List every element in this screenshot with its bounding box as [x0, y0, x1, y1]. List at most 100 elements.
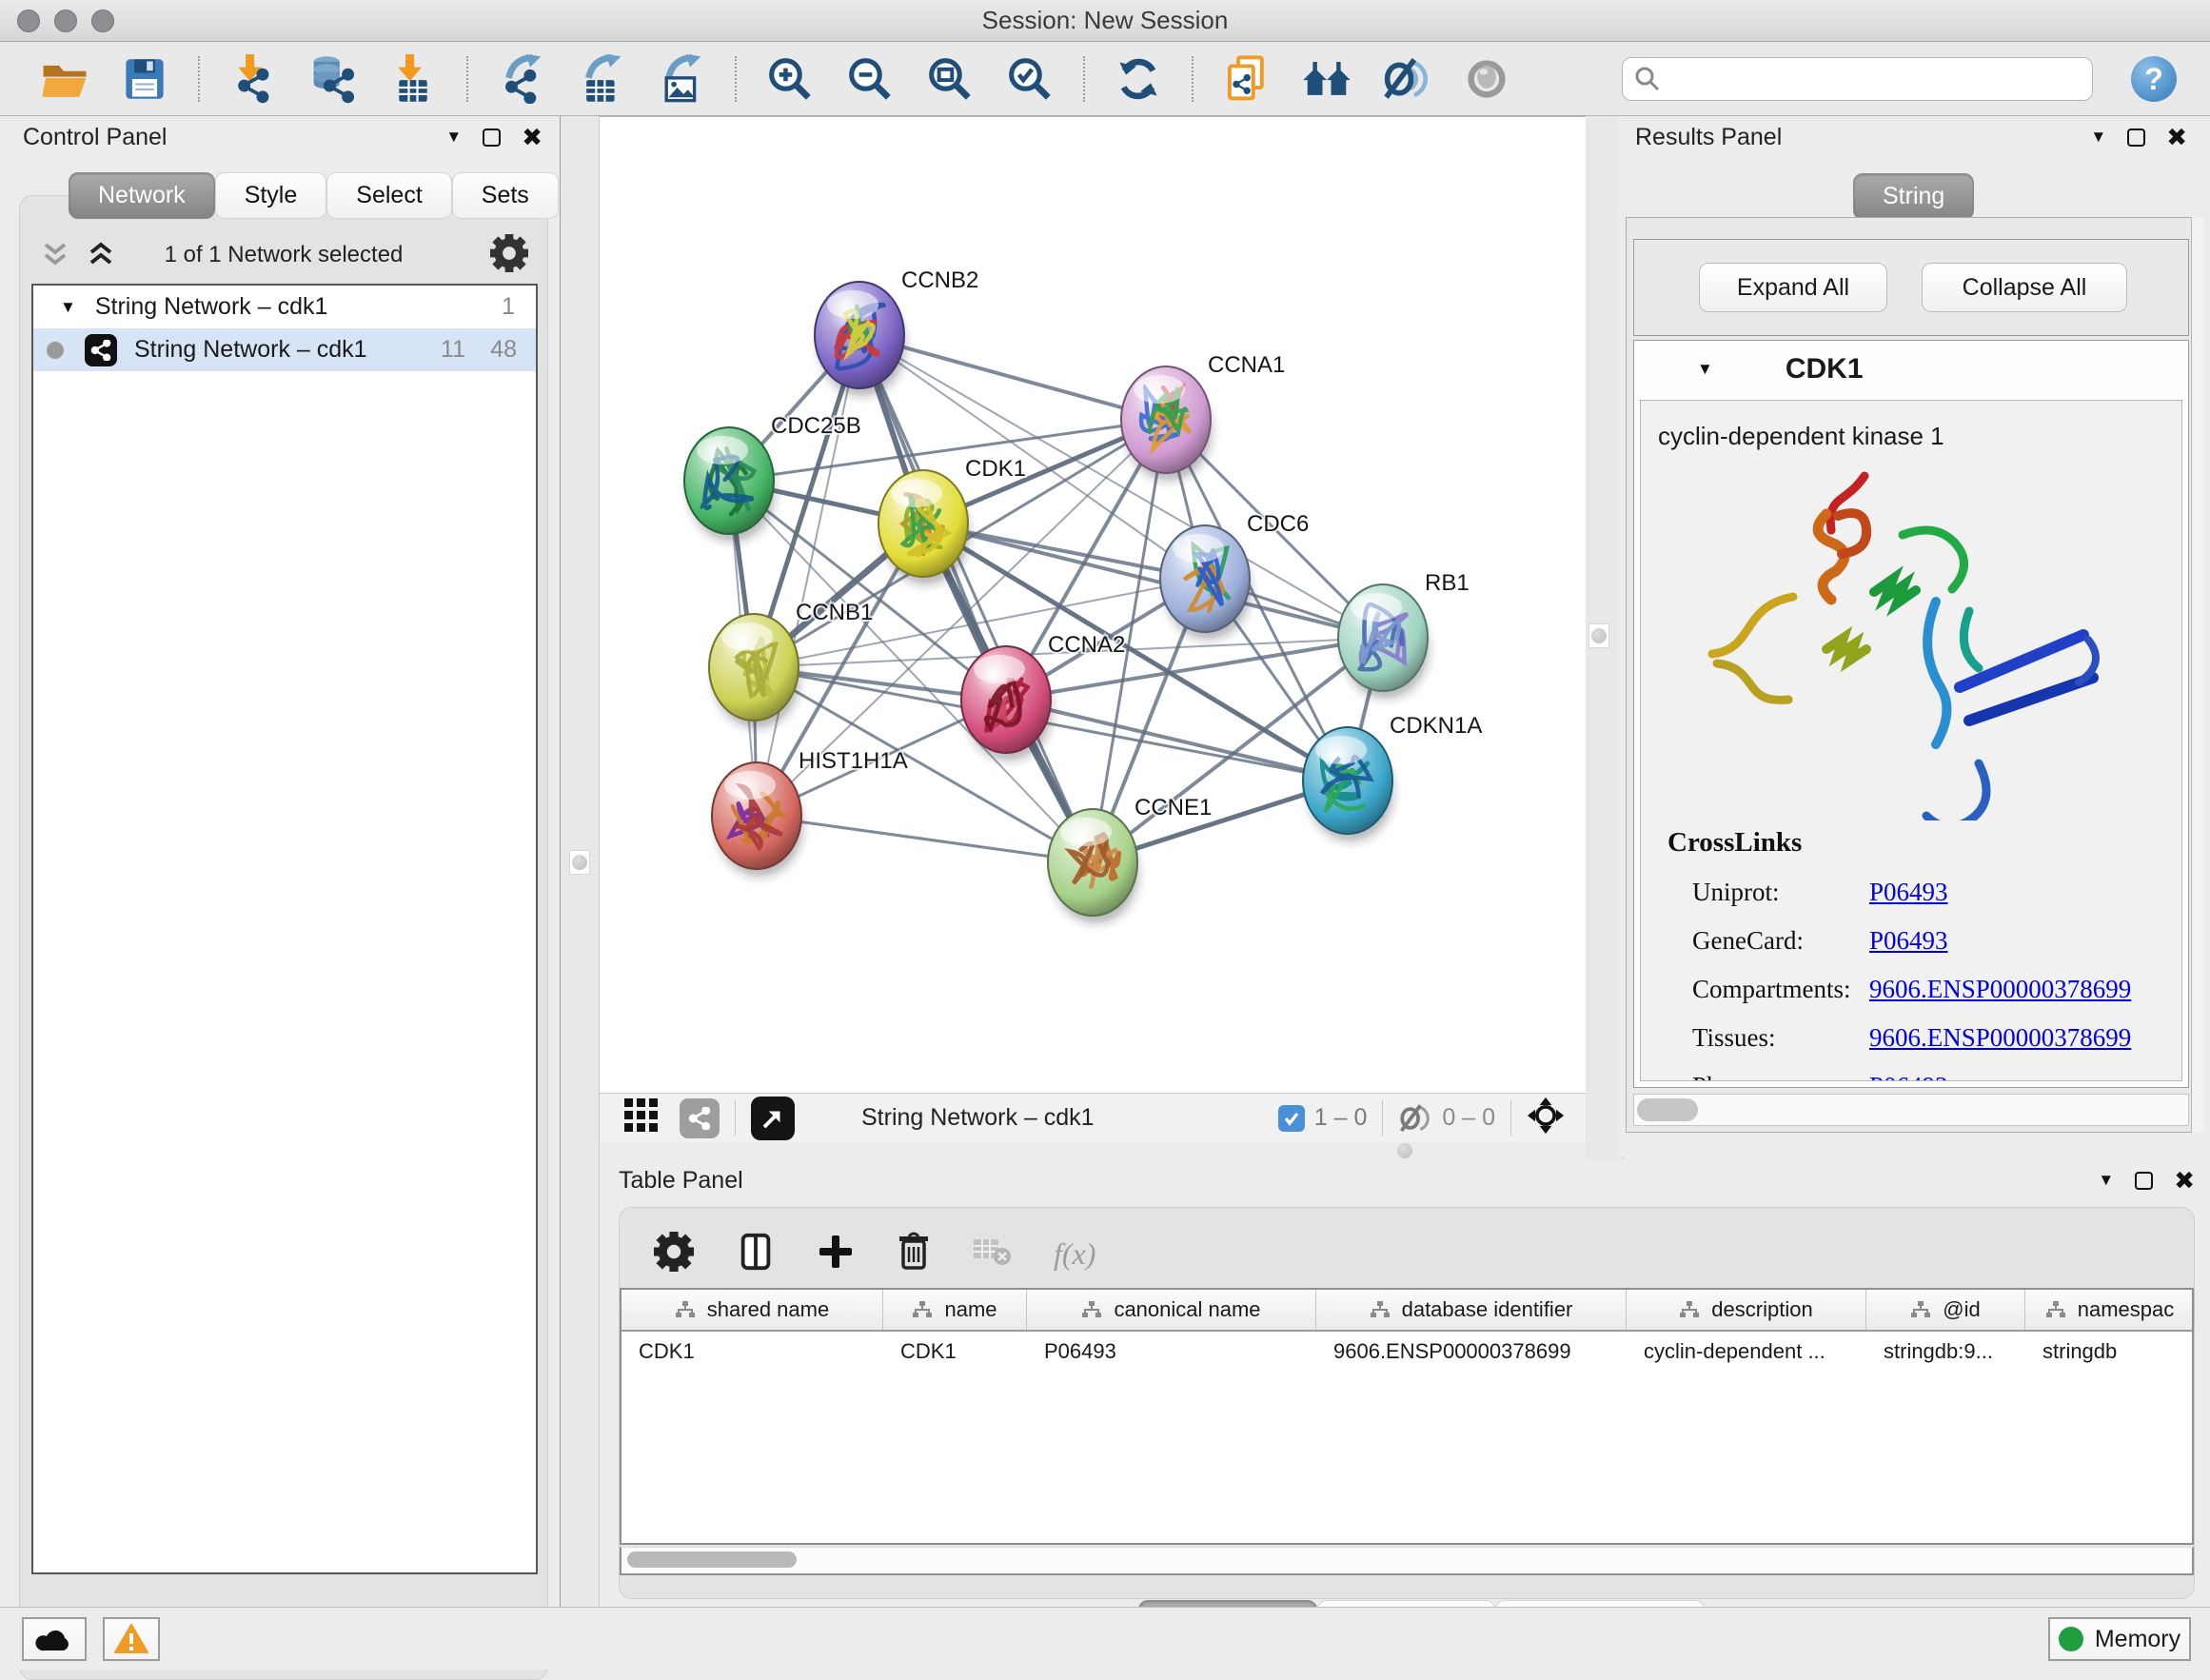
- cell-namespac[interactable]: stringdb: [2025, 1332, 2195, 1372]
- add-column-icon[interactable]: [818, 1234, 854, 1275]
- network-node-CDC25B[interactable]: CDC25B: [684, 413, 861, 542]
- splitter-handle[interactable]: [1397, 1143, 1412, 1158]
- splitter-handle[interactable]: [1591, 628, 1607, 643]
- export-image-icon[interactable]: [641, 48, 721, 110]
- column-header-description[interactable]: description: [1627, 1290, 1866, 1330]
- network-node-CDC6[interactable]: CDC6: [1160, 511, 1309, 640]
- network-edge[interactable]: [757, 816, 1093, 862]
- cell-shared-name[interactable]: CDK1: [622, 1332, 883, 1372]
- crosslink-link[interactable]: P06493: [1869, 926, 1948, 956]
- tab-network[interactable]: Network: [69, 172, 215, 219]
- import-table-file-icon[interactable]: [373, 48, 453, 110]
- save-session-icon[interactable]: [105, 48, 185, 110]
- scrollbar-thumb[interactable]: [1637, 1098, 1698, 1121]
- zoom-out-icon[interactable]: [830, 48, 910, 110]
- crosslink-link[interactable]: 9606.ENSP00000378699: [1869, 975, 2131, 1004]
- close-panel-icon[interactable]: ✖: [2174, 1171, 2195, 1190]
- cloud-status-button[interactable]: [22, 1617, 87, 1661]
- column-header-shared-name[interactable]: shared name: [622, 1290, 883, 1330]
- minimize-window-button[interactable]: [54, 10, 77, 32]
- show-columns-icon[interactable]: [736, 1232, 776, 1276]
- float-panel-icon[interactable]: [2127, 128, 2145, 147]
- birds-eye-view-icon[interactable]: [1527, 1097, 1565, 1139]
- panel-menu-icon[interactable]: ▼: [2098, 1171, 2114, 1190]
- network-node-CCNB1[interactable]: CCNB1: [709, 600, 873, 728]
- network-canvas[interactable]: CCNB2 CCNA1 CDC25BCDK1 CDC6RB1 CCNB1 CCNA2 CDK…: [600, 116, 1586, 1093]
- network-row-selected[interactable]: String Network – cdk1 11 48: [33, 328, 536, 371]
- column-header-database-identifier[interactable]: database identifier: [1316, 1290, 1627, 1330]
- network-edge[interactable]: [859, 335, 1166, 420]
- network-node-HIST1H1A[interactable]: HIST1H1A: [712, 748, 908, 877]
- left-splitter[interactable]: [560, 116, 600, 1607]
- collapse-all-button[interactable]: Collapse All: [1922, 263, 2127, 312]
- cell-database-identifier[interactable]: 9606.ENSP00000378699: [1316, 1332, 1627, 1372]
- open-session-icon[interactable]: [25, 48, 105, 110]
- network-node-CCNB2[interactable]: CCNB2: [815, 267, 978, 396]
- scrollbar-thumb[interactable]: [627, 1552, 797, 1568]
- column-header-namespac[interactable]: namespac: [2025, 1290, 2195, 1330]
- close-panel-icon[interactable]: ✖: [522, 128, 543, 147]
- copy-document-icon[interactable]: [1207, 48, 1287, 110]
- export-network-icon[interactable]: [482, 48, 562, 110]
- column-header-canonical-name[interactable]: canonical name: [1027, 1290, 1316, 1330]
- column-header-name[interactable]: name: [883, 1290, 1027, 1330]
- network-node-RB1[interactable]: RB1: [1338, 570, 1470, 699]
- float-panel-icon[interactable]: [483, 128, 501, 147]
- network-node-CDK1[interactable]: CDK1: [878, 456, 1026, 584]
- network-edge[interactable]: [1006, 700, 1348, 781]
- results-horizontal-scrollbar[interactable]: [1633, 1094, 2189, 1126]
- network-node-CCNA1[interactable]: CCNA1: [1121, 352, 1285, 481]
- network-edge[interactable]: [859, 335, 1093, 862]
- warnings-button[interactable]: [103, 1617, 160, 1661]
- panel-menu-icon[interactable]: ▼: [2090, 128, 2106, 147]
- help-button[interactable]: ?: [2131, 56, 2177, 102]
- tree-expand-icon[interactable]: ▼: [60, 298, 76, 317]
- results-vertical-scrollbar[interactable]: [2191, 217, 2204, 1133]
- grid-view-icon[interactable]: [624, 1098, 659, 1137]
- network-node-CCNA2[interactable]: CCNA2: [961, 632, 1125, 761]
- crosslink-link[interactable]: 9606.ENSP00000378699: [1869, 1023, 2131, 1053]
- gene-collapse-icon[interactable]: ▼: [1697, 360, 1713, 379]
- table-row[interactable]: CDK1CDK1P064939606.ENSP00000378699cyclin…: [622, 1332, 2192, 1372]
- close-panel-icon[interactable]: ✖: [2166, 128, 2187, 147]
- column-header--id[interactable]: @id: [1866, 1290, 2025, 1330]
- close-window-button[interactable]: [17, 10, 40, 32]
- network-node-CDKN1A[interactable]: CDKN1A: [1303, 713, 1482, 841]
- refresh-view-icon[interactable]: [1098, 48, 1178, 110]
- network-thumbnail-icon[interactable]: [680, 1098, 720, 1138]
- memory-button[interactable]: Memory: [2048, 1617, 2191, 1661]
- tab-sets[interactable]: Sets: [452, 172, 559, 219]
- cell-canonical-name[interactable]: P06493: [1027, 1332, 1316, 1372]
- tab-string[interactable]: String: [1853, 173, 1974, 220]
- cell-name[interactable]: CDK1: [883, 1332, 1027, 1372]
- crosslink-link[interactable]: P06493: [1869, 878, 1948, 907]
- zoom-window-button[interactable]: [91, 10, 114, 32]
- search-input[interactable]: [1661, 66, 2070, 92]
- network-collection-row[interactable]: ▼ String Network – cdk1 1: [33, 286, 536, 328]
- expand-all-button[interactable]: Expand All: [1699, 263, 1887, 312]
- import-network-database-icon[interactable]: [293, 48, 373, 110]
- network-node-CCNE1[interactable]: CCNE1: [1048, 795, 1212, 923]
- selected-indicator-checkbox[interactable]: [1278, 1105, 1305, 1132]
- network-edge[interactable]: [757, 335, 859, 816]
- zoom-fit-icon[interactable]: [910, 48, 990, 110]
- tab-style[interactable]: Style: [215, 172, 327, 219]
- open-view-in-window-icon[interactable]: [751, 1097, 795, 1140]
- string-home-icon[interactable]: [1287, 48, 1367, 110]
- float-panel-icon[interactable]: [2135, 1172, 2153, 1190]
- zoom-in-icon[interactable]: [750, 48, 830, 110]
- import-network-file-icon[interactable]: [213, 48, 293, 110]
- hide-graphics-details-icon[interactable]: [1367, 48, 1447, 110]
- table-settings-gear-icon[interactable]: [654, 1232, 694, 1276]
- bottom-splitter[interactable]: [600, 1142, 1586, 1159]
- panel-menu-icon[interactable]: ▼: [445, 128, 462, 147]
- delete-column-icon[interactable]: [896, 1232, 932, 1276]
- show-graphics-details-icon[interactable]: [1447, 48, 1527, 110]
- cell--id[interactable]: stringdb:9...: [1866, 1332, 2025, 1372]
- cell-description[interactable]: cyclin-dependent ...: [1627, 1332, 1866, 1372]
- splitter-handle[interactable]: [572, 855, 587, 870]
- search-box[interactable]: [1622, 57, 2093, 101]
- zoom-selected-icon[interactable]: [990, 48, 1070, 110]
- crosslink-link[interactable]: P06493: [1869, 1072, 1948, 1081]
- tab-select[interactable]: Select: [326, 172, 451, 219]
